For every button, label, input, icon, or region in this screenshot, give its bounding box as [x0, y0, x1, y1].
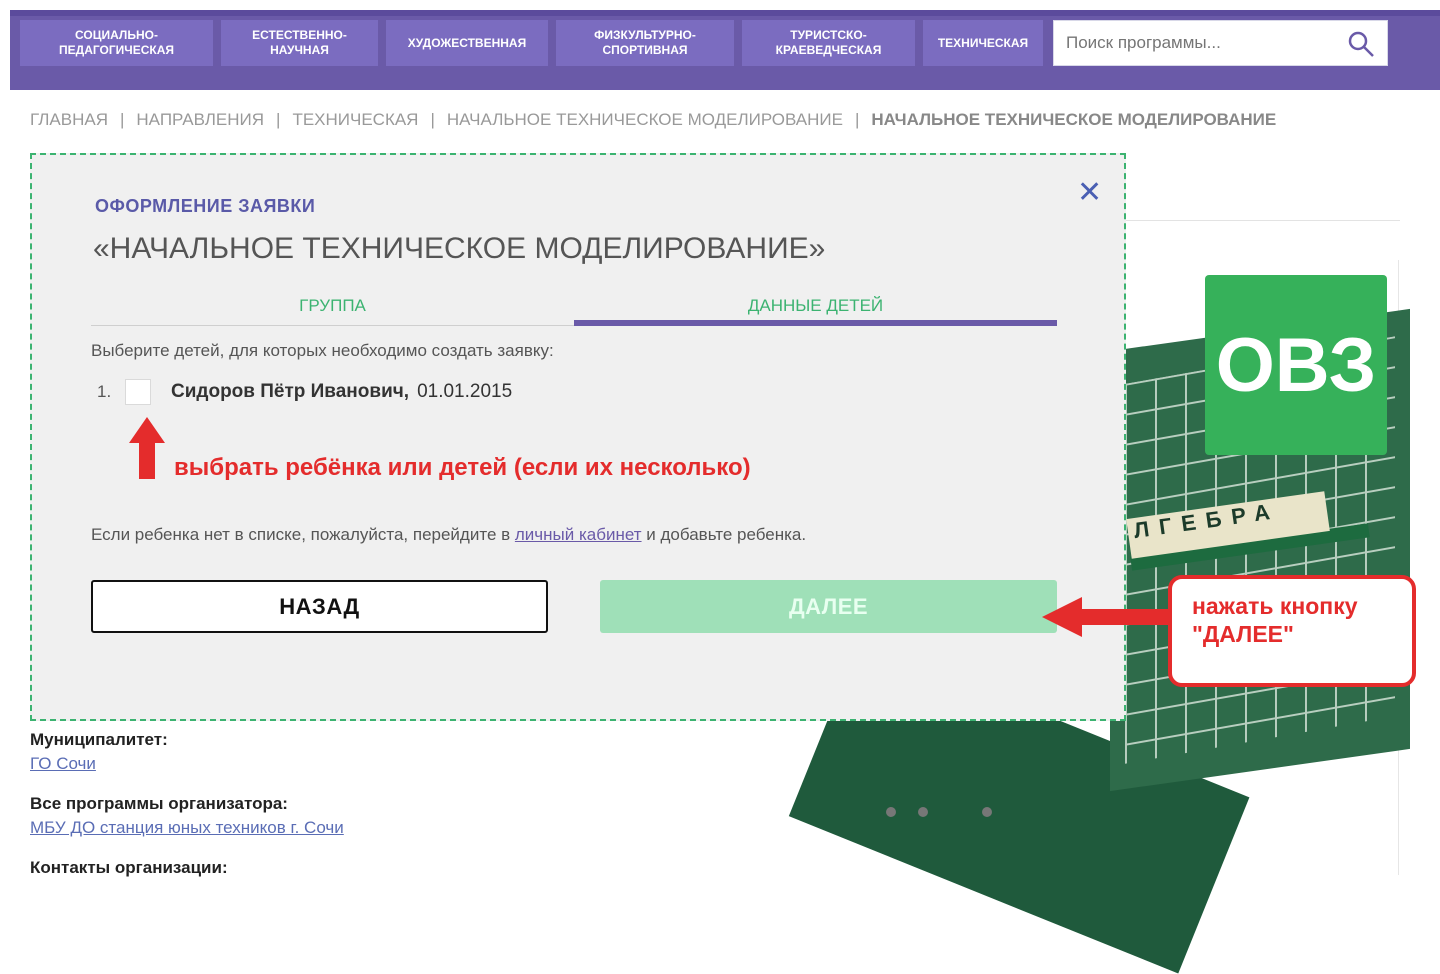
ovz-badge: ОВЗ [1205, 275, 1387, 455]
top-strip [10, 10, 1440, 16]
carousel-dot[interactable] [982, 807, 992, 817]
category-nav: СОЦИАЛЬНО- ПЕДАГОГИЧЕСКАЯ ЕСТЕСТВЕННО- Н… [20, 20, 1043, 66]
next-button[interactable]: ДАЛЕЕ [600, 580, 1057, 633]
note-text-after: и добавьте ребенка. [641, 525, 807, 544]
carousel-dot[interactable] [886, 807, 896, 817]
background-divider [1125, 220, 1400, 221]
child-checkbox[interactable] [125, 379, 151, 405]
tab-group[interactable]: ГРУППА [91, 296, 574, 326]
municipality-label: Муниципалитет: [30, 730, 168, 749]
breadcrumb-home[interactable]: ГЛАВНАЯ [30, 110, 108, 129]
breadcrumb-separator: | [854, 110, 860, 129]
modal-subtitle: ОФОРМЛЕНИЕ ЗАЯВКИ [95, 196, 316, 216]
breadcrumb-separator: | [119, 110, 125, 129]
breadcrumb-separator: | [276, 110, 281, 129]
search-icon[interactable] [1347, 30, 1375, 58]
breadcrumb-program[interactable]: НАЧАЛЬНОЕ ТЕХНИЧЕСКОЕ МОДЕЛИРОВАНИЕ [447, 110, 843, 129]
up-arrow-icon [129, 417, 165, 479]
child-name: Сидоров Пётр Иванович, [171, 381, 410, 402]
nav-item-art[interactable]: ХУДОЖЕСТВЕННАЯ [386, 20, 548, 66]
child-number: 1. [97, 382, 112, 401]
carousel-dots [886, 807, 992, 817]
nav-item-tourism[interactable]: ТУРИСТСКО- КРАЕВЕДЧЕСКАЯ [742, 20, 915, 66]
nav-item-social[interactable]: СОЦИАЛЬНО- ПЕДАГОГИЧЕСКАЯ [20, 20, 213, 66]
left-arrow-icon [1042, 597, 1170, 637]
child-row: 1. Сидоров Пётр Иванович, 01.01.2015 [97, 378, 512, 406]
contacts-label: Контакты организации: [30, 858, 228, 877]
nav-item-science[interactable]: ЕСТЕСТВЕННО- НАУЧНАЯ [221, 20, 378, 66]
instruction-text: Выберите детей, для которых необходимо с… [91, 341, 554, 360]
breadcrumb-current: НАЧАЛЬНОЕ ТЕХНИЧЕСКОЕ МОДЕЛИРОВАНИЕ [871, 110, 1277, 129]
breadcrumb-technical[interactable]: ТЕХНИЧЕСКАЯ [292, 110, 418, 129]
breadcrumb: ГЛАВНАЯ | НАПРАВЛЕНИЯ | ТЕХНИЧЕСКАЯ | НАЧАЛЬНО… [30, 110, 1276, 130]
missing-child-note: Если ребенка нет в списке, пожалуйста, п… [91, 525, 806, 545]
modal-title: «НАЧАЛЬНОЕ ТЕХНИЧЕСКОЕ МОДЕЛИРОВАНИЕ» [93, 232, 826, 265]
nav-item-technical[interactable]: ТЕХНИЧЕСКАЯ [923, 20, 1043, 66]
breadcrumb-separator: | [430, 110, 435, 129]
back-button[interactable]: НАЗАД [91, 580, 548, 633]
organizer-link[interactable]: МБУ ДО станция юных техников г. Сочи [30, 818, 344, 838]
personal-account-link[interactable]: личный кабинет [515, 525, 642, 544]
child-birthdate: 01.01.2015 [417, 381, 513, 402]
breadcrumb-directions[interactable]: НАПРАВЛЕНИЯ [136, 110, 264, 129]
search-box [1053, 20, 1388, 66]
search-input[interactable] [1054, 33, 1334, 53]
carousel-dot[interactable] [918, 807, 928, 817]
close-icon[interactable]: ✕ [1077, 175, 1102, 210]
nav-item-sport[interactable]: ФИЗКУЛЬТУРНО- СПОРТИВНАЯ [556, 20, 734, 66]
program-info: Муниципалитет: ГО Сочи Все программы орг… [30, 730, 344, 882]
organizer-label: Все программы организатора: [30, 794, 288, 813]
active-tab-indicator [574, 320, 1057, 326]
municipality-link[interactable]: ГО Сочи [30, 754, 344, 774]
annotation-press-next: нажать кнопку "ДАЛЕЕ" [1192, 593, 1358, 647]
annotation-select-child: выбрать ребёнка или детей (если их неско… [174, 454, 751, 481]
note-text-before: Если ребенка нет в списке, пожалуйста, п… [91, 525, 515, 544]
